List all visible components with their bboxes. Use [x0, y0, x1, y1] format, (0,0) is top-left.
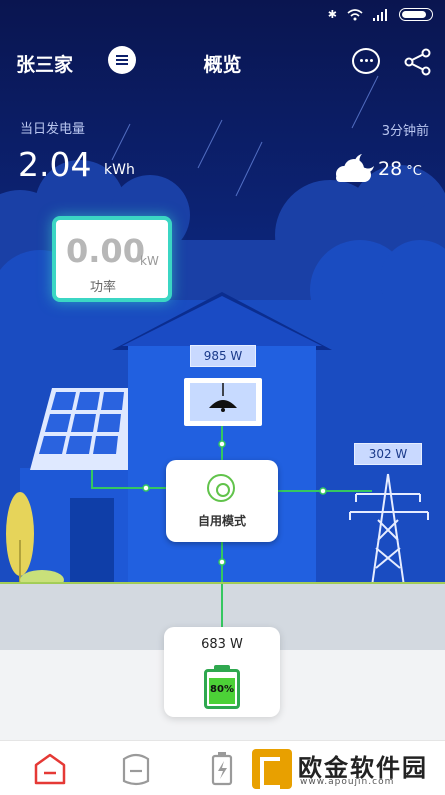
inverter-mode-card[interactable]: 自用模式	[166, 460, 278, 542]
bluetooth-icon: ✱	[327, 8, 337, 21]
temperature-unit: °C	[406, 164, 422, 179]
power-card[interactable]: 0.00 kW 功率	[52, 216, 172, 302]
battery-card[interactable]: 683 W 80%	[164, 627, 280, 717]
battery-percent: 80%	[210, 684, 234, 695]
status-bar: ✱	[0, 0, 445, 30]
message-button[interactable]	[352, 48, 380, 74]
watermark-url: www.apoujin.com	[300, 777, 395, 787]
home-icon[interactable]	[30, 749, 70, 789]
load-power-tag: 985 W	[190, 345, 256, 367]
overview-screen: ✱ 张三家 概览 当日发电量 2.04 kWh 3分钟前 28 °C 0.00 …	[0, 0, 445, 795]
inverter-icon	[207, 474, 235, 502]
watermark-logo	[252, 749, 292, 789]
mode-label: 自用模式	[197, 514, 246, 528]
power-value: 0.00	[66, 232, 145, 270]
daily-generation-label: 当日发电量	[20, 122, 86, 137]
temperature: 28 °C	[378, 158, 422, 180]
device-icon[interactable]	[116, 749, 156, 789]
battery-watts: 683 W	[201, 637, 243, 652]
grid-power-tag: 302 W	[354, 443, 422, 465]
header: 张三家 概览	[0, 38, 445, 84]
power-label: 功率	[90, 280, 117, 295]
daily-generation-unit: kWh	[104, 162, 135, 178]
temperature-value: 28	[378, 158, 403, 180]
wifi-icon	[347, 8, 363, 20]
battery-icon: 80%	[204, 669, 240, 709]
signal-icon	[373, 8, 387, 21]
daily-generation-value: 2.04	[18, 145, 92, 184]
power-unit: kW	[140, 254, 159, 268]
share-icon[interactable]	[404, 48, 432, 76]
cloud-moon-icon	[336, 154, 374, 182]
watermark: 欧金软件园 www.apoujin.com	[248, 746, 440, 792]
status-battery-icon	[399, 8, 433, 21]
battery-charge-icon[interactable]	[202, 749, 242, 789]
update-time: 3分钟前	[381, 124, 429, 139]
